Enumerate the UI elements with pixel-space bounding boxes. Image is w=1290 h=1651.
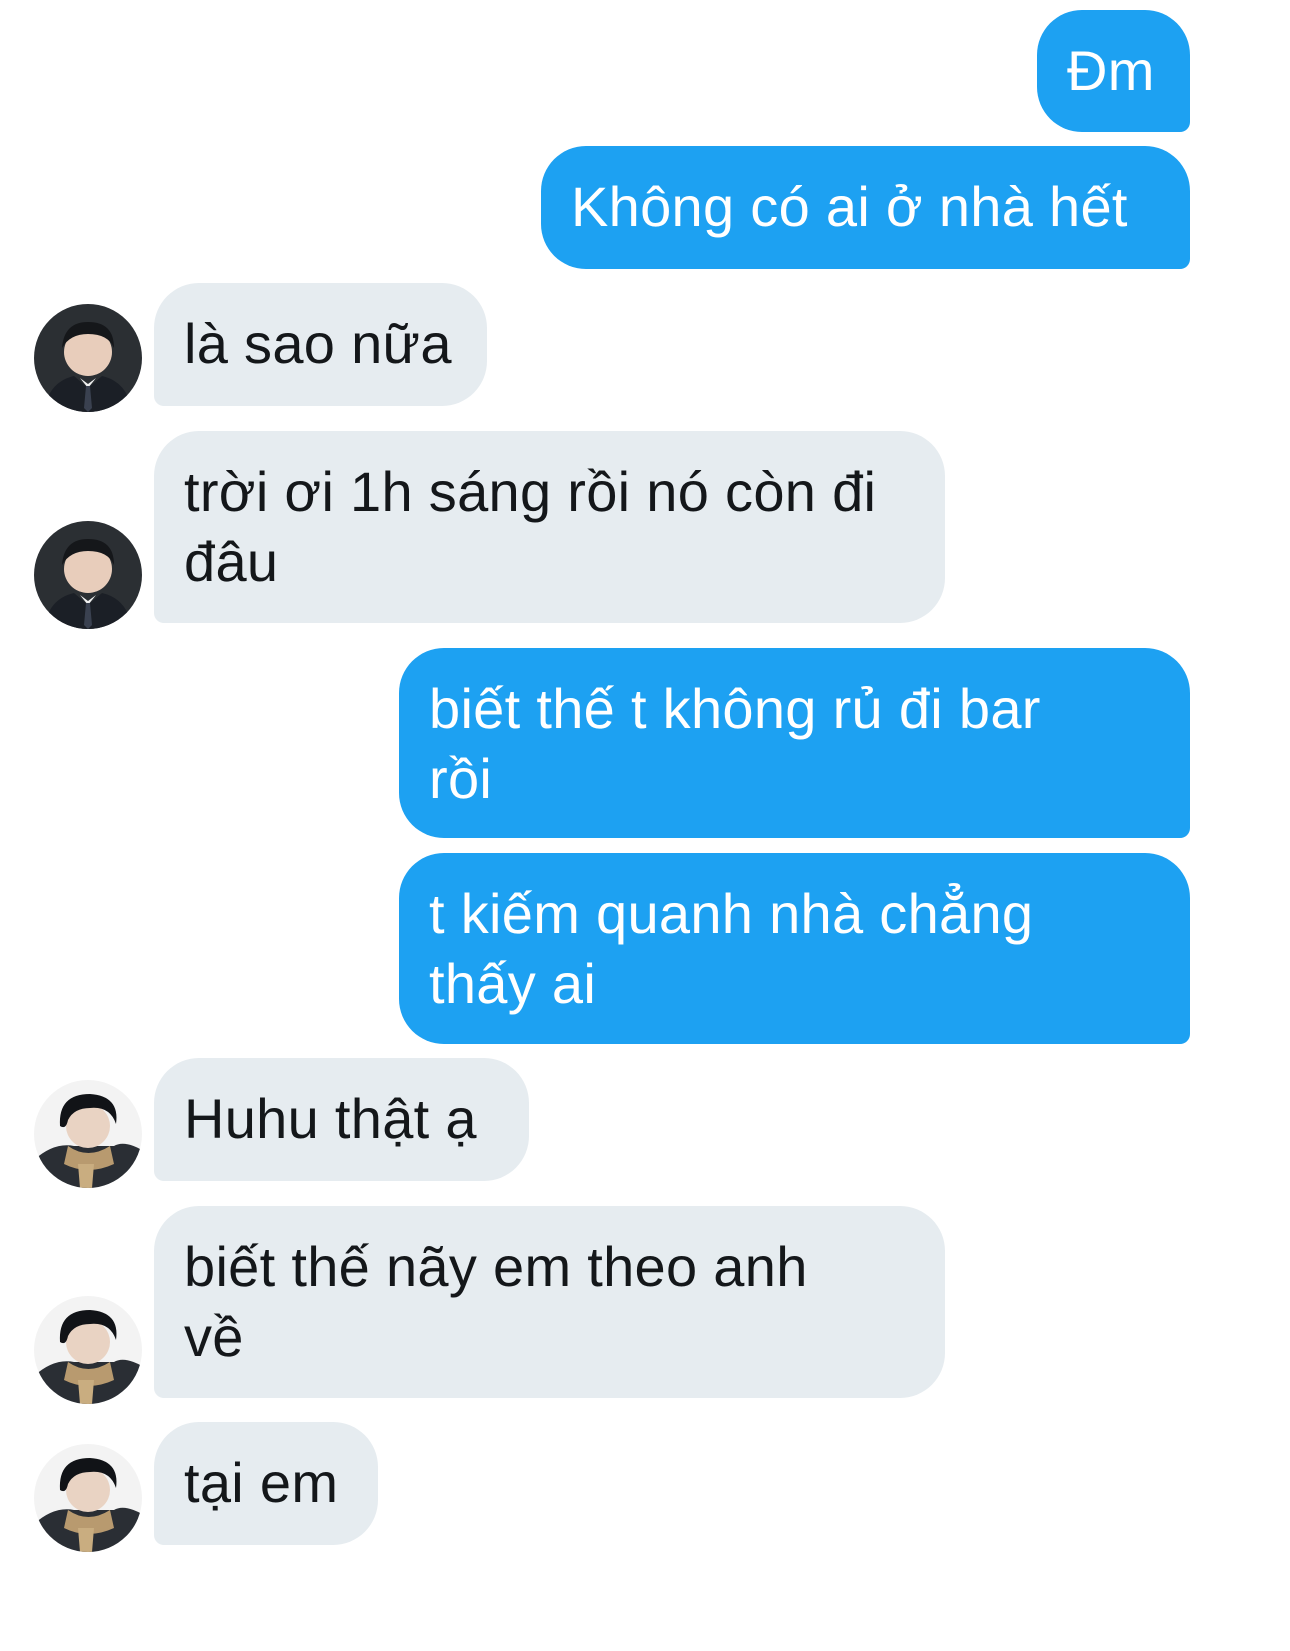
message-text-line: biết thế t không rủ đi bar bbox=[429, 677, 1041, 740]
message-text-line: t kiếm quanh nhà chẳng bbox=[429, 882, 1034, 945]
message-text-line: về bbox=[184, 1305, 244, 1368]
contact-avatar-icon[interactable] bbox=[34, 1080, 142, 1188]
outgoing-message-bubble[interactable]: t kiếm quanh nhà chẳng thấy ai bbox=[399, 853, 1190, 1044]
incoming-message-bubble[interactable]: là sao nữa bbox=[154, 283, 487, 406]
incoming-message-bubble[interactable]: trời ơi 1h sáng rồi nó còn đi đâu bbox=[154, 431, 945, 623]
incoming-message-bubble[interactable]: Huhu thật ạ bbox=[154, 1058, 529, 1181]
contact-avatar-icon[interactable] bbox=[34, 521, 142, 629]
contact-avatar-icon[interactable] bbox=[34, 1296, 142, 1404]
incoming-message-bubble[interactable]: biết thế nãy em theo anh về bbox=[154, 1206, 945, 1398]
message-text-line: Đm bbox=[1067, 39, 1155, 102]
dm-conversation: { "messages": [ {"id": "m1", "sender": "… bbox=[0, 0, 1290, 1651]
message-text-line: là sao nữa bbox=[184, 312, 452, 375]
message-text-line: Huhu thật ạ bbox=[184, 1087, 477, 1150]
contact-avatar-icon[interactable] bbox=[34, 1444, 142, 1552]
message-text-line: đâu bbox=[184, 530, 279, 593]
message-text-line: rồi bbox=[429, 747, 493, 810]
message-text-line: thấy ai bbox=[429, 952, 597, 1015]
message-text-line: Không có ai ở nhà hết bbox=[571, 175, 1128, 238]
message-text-line: biết thế nãy em theo anh bbox=[184, 1235, 808, 1298]
message-text-line: trời ơi 1h sáng rồi nó còn đi bbox=[184, 460, 877, 523]
outgoing-message-bubble[interactable]: biết thế t không rủ đi bar rồi bbox=[399, 648, 1190, 838]
outgoing-message-bubble[interactable]: Không có ai ở nhà hết bbox=[541, 146, 1190, 269]
contact-avatar-icon[interactable] bbox=[34, 304, 142, 412]
message-text-line: tại em bbox=[184, 1451, 339, 1514]
outgoing-message-bubble[interactable]: Đm bbox=[1037, 10, 1190, 132]
incoming-message-bubble[interactable]: tại em bbox=[154, 1422, 378, 1545]
